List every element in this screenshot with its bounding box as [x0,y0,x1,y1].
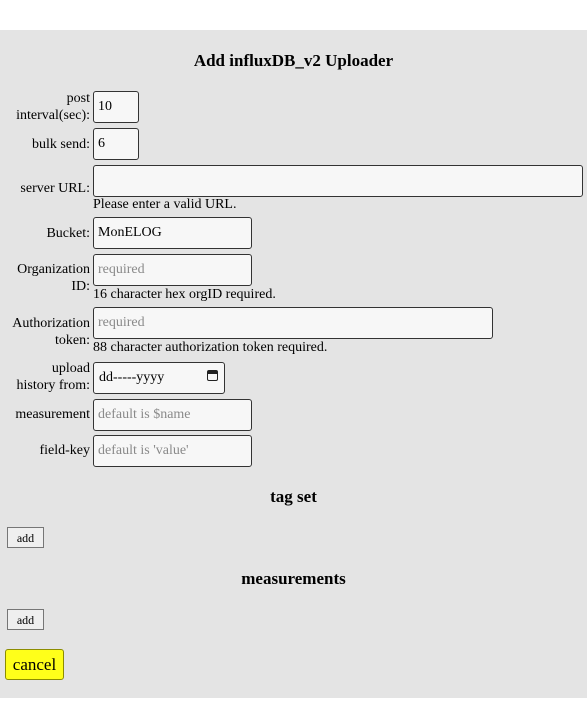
field-key-input[interactable] [93,435,252,467]
measurement-label: measurement [15,407,90,422]
field-key-label: field-key [39,443,90,458]
organization-id-input[interactable] [93,254,252,286]
server-url-label: server URL: [20,181,90,196]
upload-history-date-input[interactable]: dd-----yyyy [93,362,225,394]
bucket-label: Bucket: [46,226,90,241]
upload-history-label: upload history from: [16,361,91,393]
tag-set-heading: tag set [270,487,317,506]
calendar-icon[interactable] [207,370,218,381]
organization-id-label: Organization ID: [17,262,90,294]
post-interval-input[interactable] [93,91,139,123]
measurement-input[interactable] [93,399,252,431]
bulk-send-input[interactable] [93,128,139,160]
measurements-add-button[interactable]: add [7,609,44,630]
authorization-token-hint: 88 character authorization token require… [93,340,328,355]
post-interval-label: post interval(sec): [16,91,90,123]
bulk-send-label: bulk send: [32,137,90,152]
upload-history-date-text: dd-----yyyy [99,370,165,385]
cancel-button[interactable]: cancel [5,649,64,680]
server-url-hint: Please enter a valid URL. [93,197,237,212]
bucket-input[interactable] [93,217,252,249]
form-title: Add influxDB_v2 Uploader [193,51,394,70]
organization-id-hint: 16 character hex orgID required. [93,287,276,302]
tag-set-add-button[interactable]: add [7,527,44,548]
server-url-input[interactable] [93,165,583,197]
authorization-token-label: Authorization token: [12,316,90,348]
measurements-heading: measurements [241,569,346,588]
uploader-panel: Add influxDB_v2 Uploader post interval(s… [0,30,587,698]
authorization-token-input[interactable] [93,307,493,339]
